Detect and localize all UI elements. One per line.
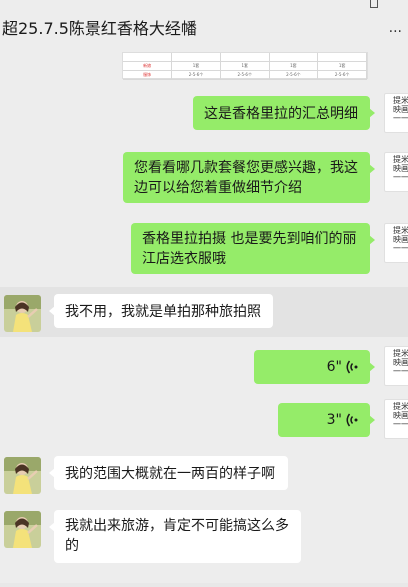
image-message[interactable]: 新娘 1套 1套 1套 1套 服饰 2-5-6个 2-5-6个 2-5-6个 2…	[122, 52, 368, 80]
table-cell: 1套	[171, 61, 221, 71]
table-cell: 1套	[269, 61, 319, 71]
table-row: 新娘 1套 1套 1套 1套	[123, 61, 367, 71]
agent-avatar[interactable]: 提米 映画 一一	[384, 152, 408, 192]
message-row: 6" 提米 映画 一一	[0, 346, 408, 390]
message-row: 您看看哪几款套餐您更感兴趣，我这边可以给您着重做细节介绍 提米 映画 一一	[0, 152, 408, 204]
voice-duration: 6"	[326, 359, 342, 375]
message-bubble[interactable]: 我就出来旅游，肯定不可能搞这么多的	[49, 510, 301, 563]
voice-message[interactable]: 3"	[278, 403, 375, 437]
table-cell: 服饰	[123, 70, 173, 80]
agent-avatar[interactable]: 提米 映画 一一	[384, 93, 408, 133]
avatar-text: 一一	[393, 114, 408, 123]
table-cell: 2-5-6个	[220, 70, 270, 80]
customer-avatar-photo-icon	[4, 511, 41, 548]
voice-message[interactable]: 6"	[254, 350, 375, 384]
table-cell: 新娘	[123, 61, 173, 71]
avatar-text: 映画	[393, 105, 408, 114]
message-bubble[interactable]: 我的范围大概就在一两百的样子啊	[49, 456, 288, 490]
avatar-text: 映画	[393, 164, 408, 173]
customer-avatar[interactable]	[4, 511, 41, 548]
customer-avatar[interactable]	[4, 457, 41, 494]
table-cell: 2-5-6个	[269, 70, 319, 80]
table-cell	[269, 53, 319, 62]
avatar-text: 提米	[393, 155, 408, 164]
message-row: 香格里拉拍摄 也是要先到咱们的丽江店选衣服哦 提米 映画 一一	[0, 223, 408, 277]
table-cell: 1套	[220, 61, 270, 71]
message-bubble[interactable]: 香格里拉拍摄 也是要先到咱们的丽江店选衣服哦	[131, 223, 375, 274]
table-cell: 2-5-6个	[171, 70, 221, 80]
input-area-divider	[0, 583, 408, 587]
voice-duration: 3"	[326, 412, 342, 428]
customer-avatar[interactable]	[4, 295, 41, 332]
avatar-text: 一一	[393, 173, 408, 182]
avatar-text: 提米	[393, 402, 408, 411]
message-row-highlighted: 我不用，我就是单拍那种旅拍照	[0, 287, 408, 337]
more-options-icon[interactable]: ...	[389, 20, 402, 36]
table-row	[123, 53, 367, 62]
avatar-text: 提米	[393, 96, 408, 105]
message-row: 这是香格里拉的汇总明细 提米 映画 一一	[0, 93, 408, 136]
agent-avatar[interactable]: 提米 映画 一一	[384, 399, 408, 439]
message-row: 3" 提米 映画 一一	[0, 399, 408, 443]
avatar-text: 提米	[393, 226, 408, 235]
table-cell: 1套	[317, 61, 367, 71]
table-cell	[220, 53, 270, 62]
customer-avatar-photo-icon	[4, 295, 41, 332]
message-bubble[interactable]: 我不用，我就是单拍那种旅拍照	[49, 294, 273, 328]
agent-avatar[interactable]: 提米 映画 一一	[384, 223, 408, 263]
table-cell: 2-5-6个	[317, 70, 367, 80]
message-row: 我的范围大概就在一两百的样子啊	[0, 456, 408, 496]
avatar-text: 映画	[393, 411, 408, 420]
window-control-icon[interactable]	[370, 0, 378, 8]
table-row: 服饰 2-5-6个 2-5-6个 2-5-6个 2-5-6个	[123, 70, 367, 80]
table-cell	[317, 53, 367, 62]
avatar-text: 映画	[393, 235, 408, 244]
message-bubble[interactable]: 这是香格里拉的汇总明细	[193, 96, 375, 130]
chat-message-list[interactable]: 新娘 1套 1套 1套 1套 服饰 2-5-6个 2-5-6个 2-5-6个 2…	[0, 52, 408, 587]
avatar-text: 一一	[393, 367, 408, 376]
table-cell	[171, 53, 221, 62]
voice-wave-icon	[346, 413, 358, 427]
chat-title-bar: 超25.7.5陈景红香格大经幡 ...	[0, 0, 408, 52]
avatar-text: 映画	[393, 358, 408, 367]
avatar-text: 一一	[393, 420, 408, 429]
avatar-text: 提米	[393, 349, 408, 358]
agent-avatar[interactable]: 提米 映画 一一	[384, 346, 408, 386]
avatar-text: 一一	[393, 244, 408, 253]
voice-wave-icon	[346, 360, 358, 374]
message-row: 我就出来旅游，肯定不可能搞这么多的	[0, 510, 408, 566]
customer-avatar-photo-icon	[4, 457, 41, 494]
summary-table-image: 新娘 1套 1套 1套 1套 服饰 2-5-6个 2-5-6个 2-5-6个 2…	[123, 53, 367, 80]
table-cell	[123, 53, 173, 62]
message-bubble[interactable]: 您看看哪几款套餐您更感兴趣，我这边可以给您着重做细节介绍	[123, 152, 375, 203]
chat-title: 超25.7.5陈景红香格大经幡	[2, 19, 197, 38]
